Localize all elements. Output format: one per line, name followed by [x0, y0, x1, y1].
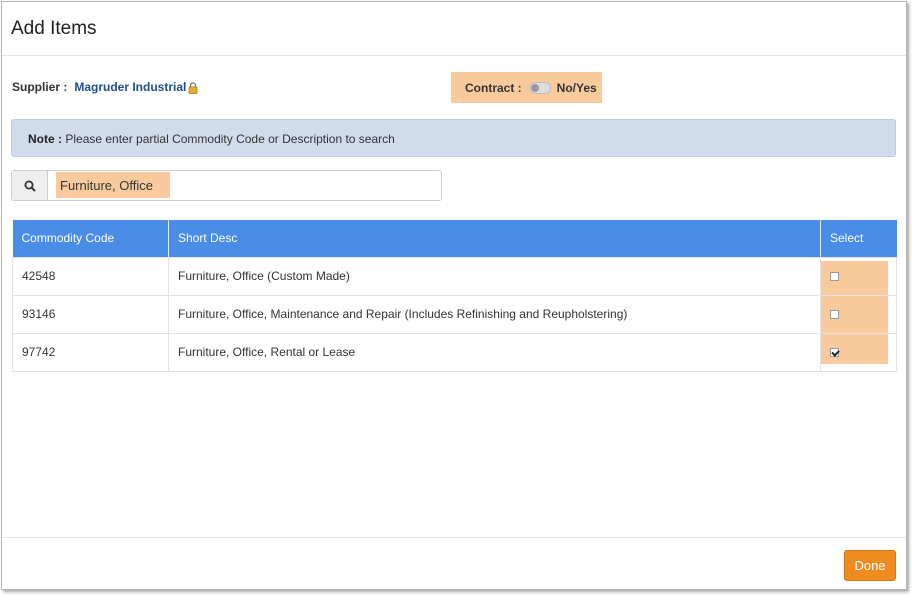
lock-icon — [188, 82, 198, 94]
supplier-label: Supplier : — [12, 80, 68, 94]
short-desc: Furniture, Office, Rental or Lease — [168, 332, 821, 372]
select-cell — [820, 294, 897, 334]
header-commodity-code[interactable]: Commodity Code — [12, 220, 169, 257]
select-checkbox[interactable] — [830, 271, 839, 281]
note-label: Note : — [28, 132, 62, 146]
commodity-table: Commodity Code Short Desc Select 42548 F… — [12, 220, 897, 372]
table-row[interactable]: 93146 Furniture, Office, Maintenance and… — [12, 294, 897, 334]
header-divider — [2, 55, 906, 56]
table-row[interactable]: 42548 Furniture, Office (Custom Made) — [12, 256, 897, 296]
table-header-row: Commodity Code Short Desc Select — [12, 220, 897, 257]
contract-toggle[interactable] — [528, 81, 551, 94]
select-cell — [820, 332, 897, 372]
search-input[interactable] — [56, 172, 170, 198]
contract-toggle-label: No/Yes — [556, 80, 597, 95]
select-cell — [820, 256, 897, 296]
commodity-code: 97742 — [12, 332, 169, 372]
search-box — [11, 170, 442, 201]
header-select[interactable]: Select — [820, 220, 897, 257]
done-button[interactable]: Done — [844, 550, 896, 581]
select-checkbox[interactable] — [830, 309, 839, 319]
select-checkbox[interactable] — [830, 347, 839, 357]
contract-toggle-group: Contract : No/Yes — [451, 72, 602, 103]
search-icon[interactable] — [12, 171, 48, 200]
note-text: Please enter partial Commodity Code or D… — [65, 132, 395, 146]
short-desc: Furniture, Office, Maintenance and Repai… — [168, 294, 821, 334]
short-desc: Furniture, Office (Custom Made) — [168, 256, 821, 296]
header-short-desc[interactable]: Short Desc — [168, 220, 821, 257]
search-note: Note : Please enter partial Commodity Co… — [11, 119, 896, 157]
contract-label: Contract : — [465, 80, 522, 95]
footer-divider — [2, 537, 906, 538]
supplier-name[interactable]: Magruder Industrial — [74, 80, 186, 94]
add-items-dialog: Add Items Supplier : Magruder Industrial… — [1, 1, 907, 590]
supplier-info: Supplier : Magruder Industrial — [12, 80, 198, 94]
dialog-title: Add Items — [11, 18, 97, 39]
commodity-code: 42548 — [12, 256, 169, 296]
commodity-code: 93146 — [12, 294, 169, 334]
toggle-knob — [530, 83, 539, 92]
table-row[interactable]: 97742 Furniture, Office, Rental or Lease — [12, 332, 897, 372]
